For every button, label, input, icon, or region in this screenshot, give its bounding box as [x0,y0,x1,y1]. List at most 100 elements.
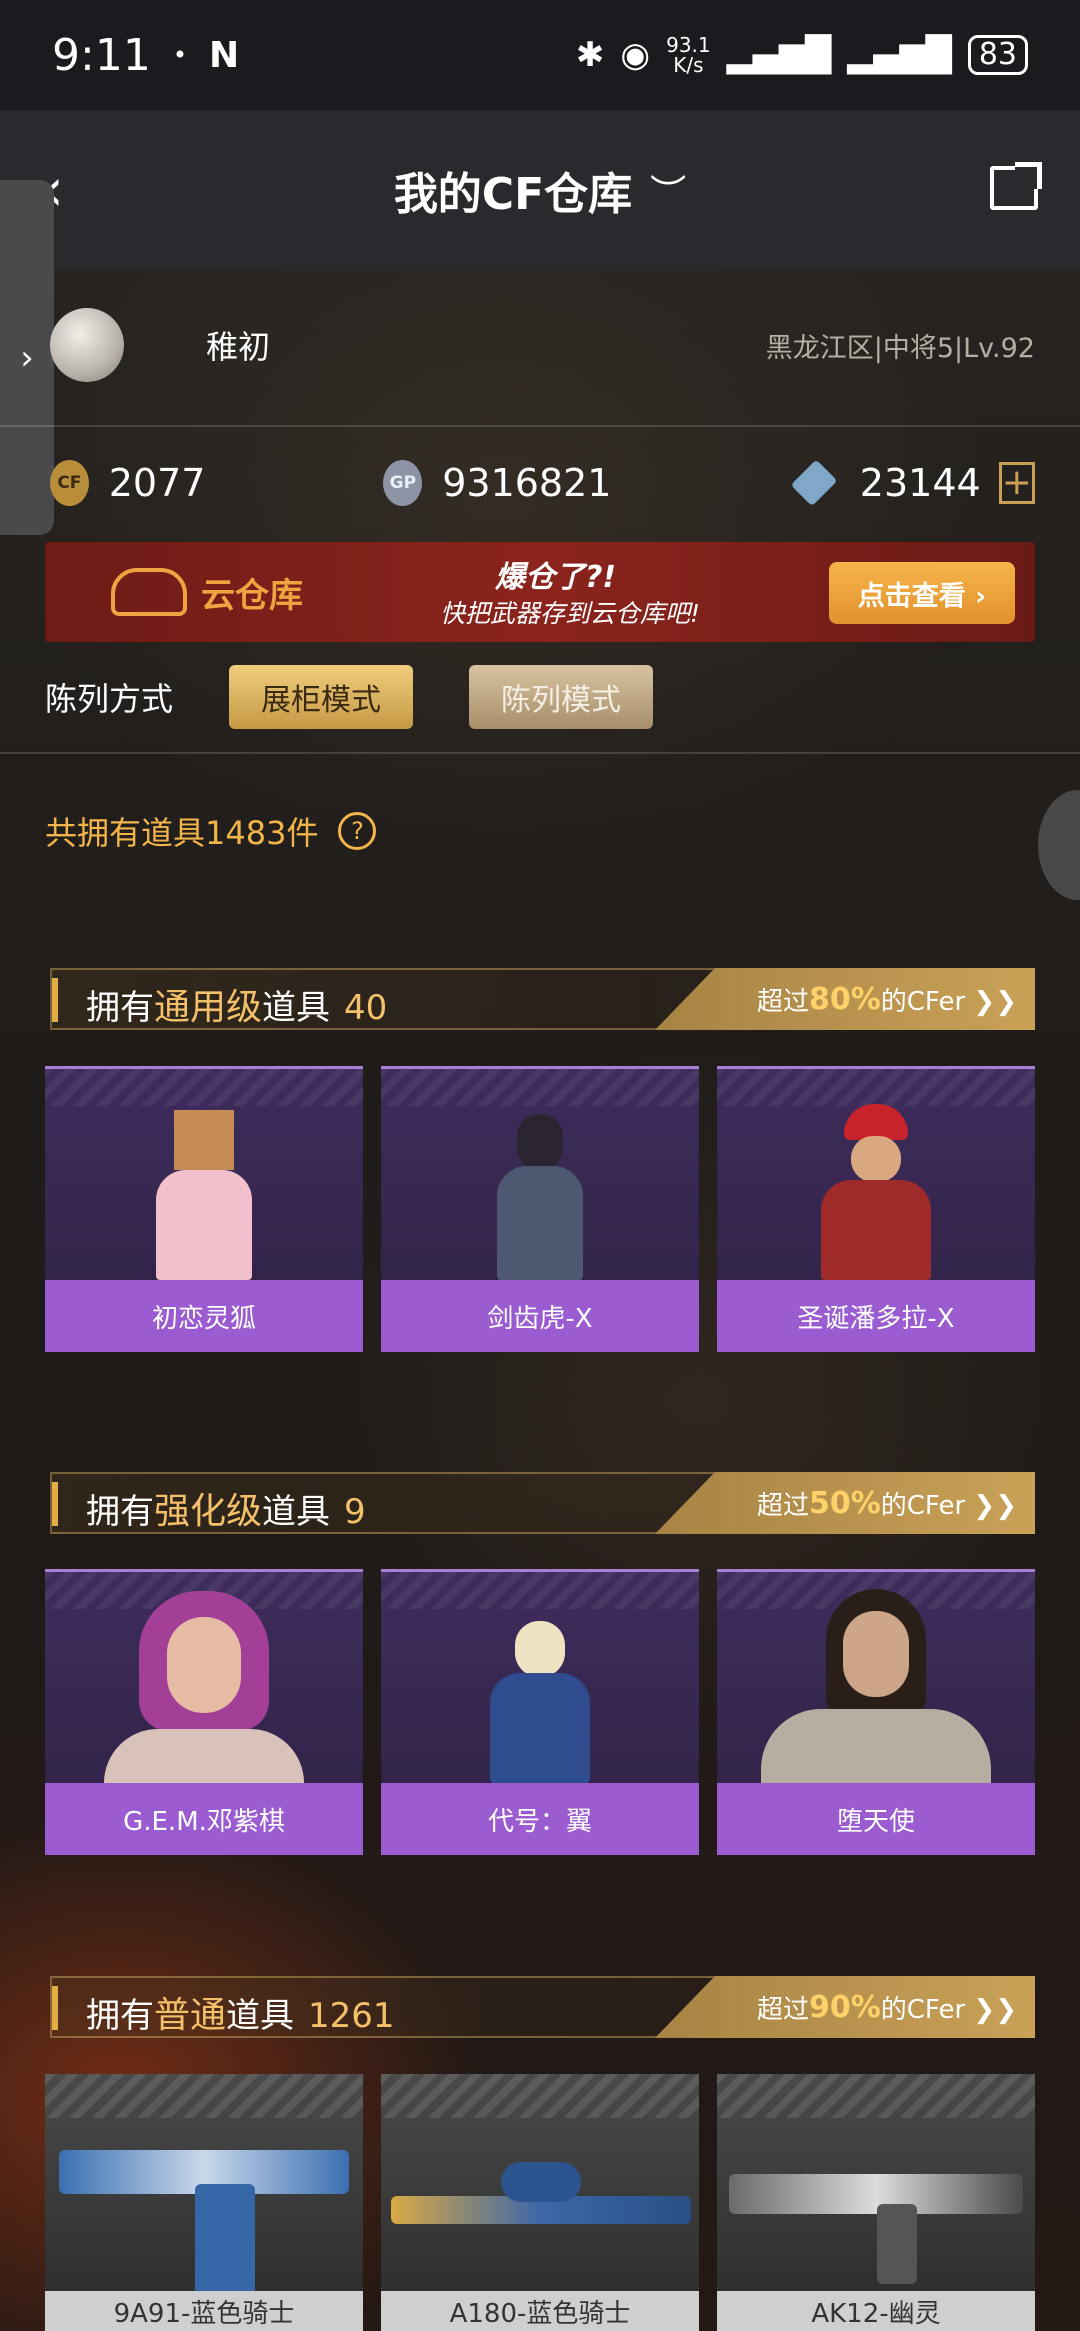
section-grade: 通用级 [154,987,263,1028]
eye-closed-icon[interactable]: ︶ [650,164,686,216]
section-accent-bar [52,1986,58,2030]
character-head [851,1136,901,1182]
tag-prefix: 超过 [756,986,809,1017]
cf-coin-value: 2077 [108,461,206,505]
display-mode-row: 陈列方式 展柜模式 陈列模式 [45,665,654,729]
section-header-normal[interactable]: 拥有普通道具 1261 超过 90% 的CFer ❯❯ [50,1976,1035,2038]
display-mode-label: 陈列方式 [45,680,174,718]
status-icons: ✱ ◉ 93.1 K/s ▂▄▆█ ▂▄▆█ 83 [576,35,1028,75]
section-count: 1261 [308,1996,395,2036]
item-name: 堕天使 [717,1783,1035,1855]
status-bar: 9:11 • N ✱ ◉ 93.1 K/s ▂▄▆█ ▂▄▆█ 83 [0,0,1080,110]
divider [0,425,1080,427]
section-header-enhanced[interactable]: 拥有强化级道具 9 超过 50% 的CFer ❯❯ [50,1472,1035,1534]
cabinet-mode-button[interactable]: 展柜模式 [229,665,414,729]
character-body [104,1729,304,1783]
total-items-text: 共拥有道具1483件 [45,814,319,852]
section-suffix: 道具 [226,1996,295,2036]
tag-suffix: 的CFer ❯❯ [880,1490,1017,1521]
battery-icon: 83 [967,35,1028,75]
item-name: AK12-幽灵 [717,2291,1035,2331]
view-button[interactable]: 点击查看 › [829,562,1015,624]
tag-prefix: 超过 [756,1994,809,2025]
section-accent-bar [52,1482,58,1526]
camera-icon: ◉ [620,35,651,75]
nav-bar: ‹ 我的CF仓库 ︶ [0,110,1080,270]
character-head [174,1110,234,1170]
santa-hat [844,1104,908,1140]
item-card[interactable]: 初恋灵狐 [45,1066,363,1352]
share-icon[interactable] [990,162,1042,210]
character-head [515,1621,565,1677]
currency-row: CF 2077 GP 9316821 23144 + [50,445,1036,521]
help-icon[interactable]: ? [338,812,377,850]
user-name: 稚初 [206,328,271,366]
side-drawer-tab[interactable]: › [0,180,54,535]
section-rank-tag: 超过 50% 的CFer ❯❯ [655,1472,1035,1534]
section-suffix: 道具 [262,988,331,1028]
section-rank-tag: 超过 80% 的CFer ❯❯ [655,968,1035,1030]
tag-suffix: 的CFer ❯❯ [880,986,1017,1017]
character-body [761,1709,991,1783]
character-head [843,1611,909,1697]
item-name: 代号：翼 [381,1783,699,1855]
section-suffix: 道具 [262,1492,331,1532]
item-card[interactable]: 圣诞潘多拉-X [717,1066,1035,1352]
item-card[interactable]: G.E.M.邓紫棋 [45,1569,363,1855]
user-level: 黑龙江区|中将5|Lv.92 [765,332,1035,364]
nfc-icon: N [208,34,240,76]
avatar[interactable] [50,308,124,382]
item-name: 9A91-蓝色骑士 [45,2291,363,2331]
diamond-value: 23144 [859,461,981,505]
section-count: 9 [344,1492,366,1532]
item-card[interactable]: 代号：翼 [381,1569,699,1855]
cloud-house-icon [111,568,187,616]
section-title: 拥有普通道具 1261 [86,1986,395,2038]
divider [0,752,1080,754]
character-body [497,1166,583,1280]
character-body [156,1170,252,1280]
network-speed: 93.1 K/s [666,35,711,75]
weapon-card[interactable]: A180-蓝色骑士 [381,2074,699,2331]
banner-slogan-main: 爆仓了?! [495,560,617,595]
weapon-card[interactable]: 9A91-蓝色骑士 [45,2074,363,2331]
item-card[interactable]: 剑齿虎-X [381,1066,699,1352]
item-name: A180-蓝色骑士 [381,2291,699,2331]
item-name: G.E.M.邓紫棋 [45,1783,363,1855]
notification-dot: • [172,41,187,69]
tag-percent: 90% [808,1989,881,2025]
section-grade: 普通 [154,1995,227,2036]
item-name: 剑齿虎-X [381,1280,699,1352]
cloud-storage-banner[interactable]: 云仓库 爆仓了?! 快把武器存到云仓库吧! 点击查看 › [45,542,1035,642]
character-body [821,1180,931,1280]
signal-icon-2: ▂▄▆█ [847,35,952,75]
cf-coin-icon: CF [50,460,89,506]
section-prefix: 拥有 [86,1492,154,1532]
speed-unit: K/s [673,53,704,77]
rifle-magazine [877,2204,917,2284]
character-head [167,1617,241,1713]
tag-prefix: 超过 [756,1490,809,1521]
section-grade: 强化级 [154,1491,263,1532]
banner-slogan-sub: 快把武器存到云仓库吧! [440,599,701,628]
diamond-icon [791,459,839,507]
section-accent-bar [52,978,58,1022]
rifle-drum [501,2162,581,2202]
gp-value: 9316821 [442,461,612,505]
section-header-general[interactable]: 拥有通用级道具 40 超过 80% 的CFer ❯❯ [50,968,1035,1030]
rifle-magazine [195,2184,255,2304]
add-diamond-button[interactable]: + [998,462,1036,504]
section-rank-tag: 超过 90% 的CFer ❯❯ [655,1976,1035,2038]
section-prefix: 拥有 [86,988,154,1028]
item-name: 圣诞潘多拉-X [717,1280,1035,1352]
bluetooth-icon: ✱ [575,35,605,75]
tag-suffix: 的CFer ❯❯ [880,1994,1017,2025]
total-items: 共拥有道具1483件 ? [45,808,377,854]
section-count: 40 [344,988,388,1028]
weapon-card[interactable]: AK12-幽灵 [717,2074,1035,2331]
rifle-image [729,2174,1023,2214]
item-card[interactable]: 堕天使 [717,1569,1035,1855]
gp-icon: GP [383,460,423,506]
list-mode-button[interactable]: 陈列模式 [469,665,654,729]
chevron-right-icon: › [20,337,34,378]
